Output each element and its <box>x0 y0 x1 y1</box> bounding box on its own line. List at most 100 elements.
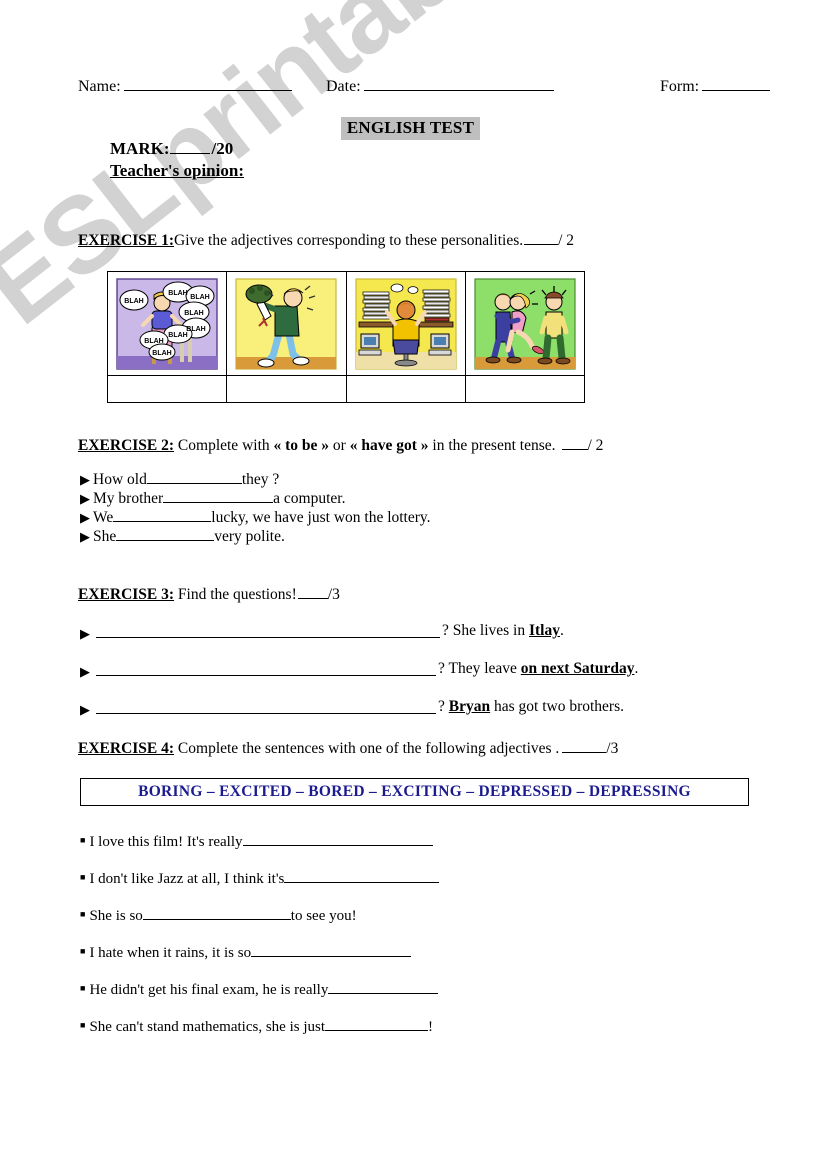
exercise-1-score-blank[interactable] <box>524 232 559 245</box>
question-write-line[interactable] <box>96 637 440 638</box>
question-row: ▶ ? Bryan has got two brothers. <box>80 698 760 736</box>
arrow-bullet-icon: ▶ <box>80 529 90 544</box>
arrow-bullet-icon: ▶ <box>80 491 90 506</box>
sentence-item: ■ He didn't get his final exam, he is rea… <box>80 980 780 1017</box>
sentence-text-before: I love this film! It's really <box>89 834 243 850</box>
sentence-blank[interactable] <box>251 943 412 957</box>
sentence-blank[interactable] <box>284 869 440 883</box>
exercise-4-description: Complete the sentences with one of the f… <box>174 740 560 757</box>
mark-block: MARK: /20 Teacher's opinion: <box>110 138 244 181</box>
exercise-3-description: Find the questions! <box>174 586 297 603</box>
answer-after: . <box>559 622 564 639</box>
sentence-blank[interactable] <box>113 508 212 522</box>
personality-pictures-table: BLAH BLAH BLAH BLAH BLAH BLAH BLAH BLAH <box>106 271 586 403</box>
answer-before: They leave <box>444 660 521 677</box>
exercise-3-score: /3 <box>327 586 340 603</box>
svg-text:BLAH: BLAH <box>168 290 187 297</box>
stressed-office-worker-icon <box>355 277 457 370</box>
arrow-bullet-icon: ▶ <box>80 664 90 679</box>
exercise-3-question-list: ▶ ? She lives in Itlay. ▶ ? They leave o… <box>80 622 760 736</box>
sentence-blank[interactable] <box>242 832 433 846</box>
answer-after: has got two brothers. <box>490 698 624 715</box>
sentence-blank[interactable] <box>142 906 291 920</box>
exercise-2-score: / 2 <box>587 437 604 454</box>
exercise-2-description-after: in the present tense. <box>428 437 556 454</box>
exercise-2-heading: EXERCISE 2: Complete with « to be » or «… <box>78 437 603 455</box>
sentence-blank[interactable] <box>163 489 274 503</box>
picture-row: BLAH BLAH BLAH BLAH BLAH BLAH BLAH BLAH <box>106 271 586 376</box>
answer-cell-1[interactable] <box>106 375 228 403</box>
exercise-1-number: EXERCISE 1: <box>78 232 175 249</box>
picture-cell-4 <box>464 271 586 376</box>
sentence-item: ■ She can't stand mathematics, she is jus… <box>80 1017 780 1054</box>
date-input-blank[interactable] <box>363 76 554 91</box>
sentence-blank[interactable] <box>328 980 439 994</box>
exercise-4-number: EXERCISE 4: <box>78 740 175 757</box>
question-answer-text: ? Bryan has got two brothers. <box>438 698 624 716</box>
answer-key: on next Saturday <box>520 660 635 677</box>
form-field-group: Form: <box>660 76 771 96</box>
sentence-text-before: We <box>93 509 114 526</box>
identity-row: Name: Date: Form: <box>78 76 771 98</box>
picture-cell-1: BLAH BLAH BLAH BLAH BLAH BLAH BLAH BLAH <box>106 271 228 376</box>
question-answer-text: ? She lives in Itlay. <box>442 622 564 640</box>
sentence-text-before: She can't stand mathematics, she is just <box>89 1019 326 1035</box>
date-field-group: Date: <box>326 76 554 96</box>
page-title: ENGLISH TEST <box>340 117 481 140</box>
sentence-text-after: a computer. <box>273 490 346 507</box>
sentence-text-before: She <box>93 528 117 545</box>
exercise-2-number: EXERCISE 2: <box>78 437 175 454</box>
sentence-text-before: How old <box>93 471 147 488</box>
form-label: Form: <box>660 78 700 95</box>
sentence-blank[interactable] <box>146 470 242 484</box>
question-write-line[interactable] <box>96 713 436 714</box>
square-bullet-icon: ■ <box>80 946 86 956</box>
mark-total: /20 <box>211 139 234 158</box>
exercise-1-heading: EXERCISE 1:Give the adjectives correspon… <box>78 232 574 250</box>
sentence-item: ▶ My brother a computer. <box>80 489 431 508</box>
exercise-3-number: EXERCISE 3: <box>78 586 175 603</box>
picture-cell-2 <box>226 271 347 376</box>
answer-key: Bryan <box>448 698 491 715</box>
sentence-text-after: ! <box>428 1019 434 1035</box>
question-mark: ? <box>438 698 445 715</box>
answer-cell-3[interactable] <box>345 375 466 403</box>
sentence-text-before: He didn't get his final exam, he is real… <box>89 982 329 998</box>
answer-cell-2[interactable] <box>226 375 347 403</box>
sentence-text-before: My brother <box>93 490 164 507</box>
exercise-4-score: /3 <box>606 740 619 757</box>
worksheet-page: ESLprintables.com Name: Date: Form: ENGL… <box>0 0 821 1169</box>
exercise-2-sentence-list: ▶ How old they ? ▶ My brother a computer. … <box>80 470 431 546</box>
sentence-blank[interactable] <box>325 1017 429 1031</box>
exercise-3-score-blank[interactable] <box>297 586 328 599</box>
question-mark: ? <box>438 660 445 677</box>
svg-text:BLAH: BLAH <box>184 310 203 317</box>
name-input-blank[interactable] <box>123 76 292 91</box>
adjectives-word-bank: BORING – EXCITED – BORED – EXCITING – DE… <box>80 778 749 806</box>
answer-before: She lives in <box>448 622 529 639</box>
jealous-man-couple-icon <box>474 277 576 370</box>
exercise-1-description: Give the adjectives corresponding to the… <box>174 232 524 249</box>
mark-input-blank[interactable] <box>170 140 211 154</box>
exercise-2-description-before: Complete with <box>174 437 274 454</box>
exercise-2-score-blank[interactable] <box>561 437 588 450</box>
sentence-item: ▶ We lucky, we have just won the lottery. <box>80 508 431 527</box>
date-label: Date: <box>326 78 361 95</box>
answer-cell-4[interactable] <box>464 375 586 403</box>
adjectives-list: BORING – EXCITED – BORED – EXCITING – DE… <box>138 783 691 800</box>
svg-text:BLAH: BLAH <box>152 350 171 357</box>
sentence-item: ■ I don't like Jazz at all, I think it's <box>80 869 780 906</box>
svg-text:BLAH: BLAH <box>190 294 209 301</box>
sentence-item: ■ I hate when it rains, it is so <box>80 943 780 980</box>
sentence-blank[interactable] <box>116 527 215 541</box>
name-field-group: Name: <box>78 76 292 96</box>
title-container: ENGLISH TEST <box>0 117 821 140</box>
answer-after: . <box>634 660 639 677</box>
question-write-line[interactable] <box>96 675 436 676</box>
exercise-4-score-blank[interactable] <box>562 740 607 753</box>
form-input-blank[interactable] <box>702 76 771 91</box>
svg-text:BLAH: BLAH <box>144 338 163 345</box>
svg-text:BLAH: BLAH <box>186 326 205 333</box>
picture-cell-3 <box>345 271 466 376</box>
question-answer-text: ? They leave on next Saturday. <box>438 660 638 678</box>
